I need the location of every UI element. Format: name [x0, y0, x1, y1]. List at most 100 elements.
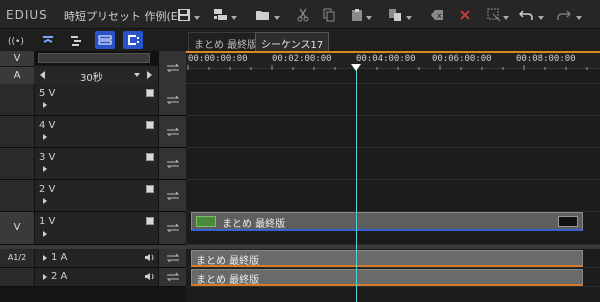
- ruler-timecode: 00:02:00:00: [272, 54, 332, 64]
- track-header-4v[interactable]: 4 V: [34, 116, 158, 147]
- chevron-down-icon[interactable]: [503, 16, 509, 20]
- timeline-scale-selector[interactable]: 30秒: [34, 66, 158, 84]
- copy-icon[interactable]: [322, 5, 336, 25]
- audio-monitor-icon[interactable]: ((•)): [6, 31, 26, 49]
- clip-label: まとめ 最終版: [196, 275, 260, 286]
- ruler-timecode: 00:00:00:00: [188, 54, 248, 64]
- video-mute-icon[interactable]: [146, 217, 154, 225]
- track-patch[interactable]: A1/2: [0, 249, 34, 267]
- track-lane-1a[interactable]: まとめ 最終版: [186, 249, 600, 268]
- scale-decrease-icon[interactable]: [40, 71, 45, 79]
- sync-toggle[interactable]: [158, 180, 186, 211]
- expand-arrow-icon[interactable]: [43, 231, 47, 237]
- playhead[interactable]: [356, 65, 357, 302]
- track-header-3v[interactable]: 3 V: [34, 148, 158, 179]
- track-patch[interactable]: [0, 268, 34, 286]
- paste-icon[interactable]: [350, 5, 364, 25]
- clip-label: まとめ 最終版: [196, 256, 260, 267]
- track-patch[interactable]: [0, 84, 34, 115]
- track-patch[interactable]: [0, 180, 34, 211]
- sync-mode-icon[interactable]: [66, 31, 86, 49]
- clip-mode-icon[interactable]: [123, 31, 143, 49]
- chevron-down-icon[interactable]: [274, 16, 280, 20]
- track-lane-5v[interactable]: [186, 84, 600, 116]
- ruler-timecode: 00:06:00:00: [432, 54, 492, 64]
- time-ruler[interactable]: 00:00:00:00 00:02:00:00 00:04:00:00 00:0…: [186, 51, 600, 70]
- track-header-1a[interactable]: 1 A: [34, 249, 158, 267]
- video-mute-icon[interactable]: [146, 89, 154, 97]
- expand-arrow-icon[interactable]: [43, 198, 47, 204]
- track-lane-2a[interactable]: まとめ 最終版: [186, 268, 600, 287]
- video-mute-icon[interactable]: [146, 185, 154, 193]
- tab-sequence-final[interactable]: まとめ 最終版: [188, 32, 264, 51]
- chevron-down-icon[interactable]: [194, 16, 200, 20]
- track-name: 3 V: [39, 152, 56, 163]
- clip-label: まとめ 最終版: [222, 219, 286, 230]
- sync-toggle[interactable]: [158, 212, 186, 244]
- expand-arrow-icon[interactable]: [43, 166, 47, 172]
- sync-toggle[interactable]: [158, 84, 186, 115]
- clip-end-thumbnail: [558, 216, 578, 227]
- chevron-down-icon[interactable]: [134, 73, 140, 77]
- open-icon[interactable]: [254, 5, 272, 25]
- expand-arrow-icon[interactable]: [43, 134, 47, 140]
- track-row: 4 V: [0, 116, 186, 148]
- expand-arrow-icon[interactable]: [43, 102, 47, 108]
- delete-marker-icon[interactable]: [486, 5, 502, 25]
- track-header-1v[interactable]: 1 V: [34, 212, 158, 244]
- timeline-area[interactable]: 00:00:00:00 00:02:00:00 00:04:00:00 00:0…: [186, 51, 600, 302]
- track-name: 1 V: [39, 216, 56, 227]
- scale-increase-icon[interactable]: [147, 71, 152, 79]
- chevron-down-icon[interactable]: [231, 16, 237, 20]
- video-mute-icon[interactable]: [146, 153, 154, 161]
- playhead-handle[interactable]: [351, 64, 361, 71]
- track-row: 2 V: [0, 180, 186, 212]
- track-row: 3 V: [0, 148, 186, 180]
- redo-icon[interactable]: [556, 5, 572, 25]
- sync-toggle[interactable]: [158, 268, 186, 286]
- chevron-down-icon[interactable]: [538, 16, 544, 20]
- undo-icon[interactable]: [518, 5, 534, 25]
- track-lane[interactable]: [186, 70, 600, 84]
- track-header-2a[interactable]: 2 A: [34, 268, 158, 286]
- video-channel-label[interactable]: V: [0, 51, 34, 66]
- video-mute-icon[interactable]: [146, 121, 154, 129]
- chevron-down-icon[interactable]: [576, 16, 582, 20]
- track-header-5v[interactable]: 5 V: [34, 84, 158, 115]
- track-name: 2 A: [51, 271, 68, 282]
- sync-toggle[interactable]: [158, 148, 186, 179]
- svg-text:x: x: [437, 11, 442, 20]
- chevron-down-icon[interactable]: [406, 16, 412, 20]
- link-mode-icon[interactable]: [95, 31, 115, 49]
- track-name: 2 V: [39, 184, 56, 195]
- cut-icon[interactable]: [296, 5, 310, 25]
- speaker-icon[interactable]: [144, 253, 154, 265]
- sync-toggle[interactable]: [158, 116, 186, 147]
- track-lane-4v[interactable]: [186, 116, 600, 148]
- video-clip[interactable]: まとめ 最終版: [191, 212, 583, 231]
- track-patch[interactable]: V: [0, 212, 34, 244]
- ripple-delete-icon[interactable]: x: [430, 5, 444, 25]
- track-row: V 1 V: [0, 212, 186, 245]
- audio-clip[interactable]: まとめ 最終版: [191, 250, 583, 267]
- tab-sequence-17[interactable]: シーケンス17: [255, 32, 330, 51]
- expand-arrow-icon[interactable]: [43, 255, 47, 261]
- track-patch[interactable]: [0, 148, 34, 179]
- paste-insert-icon[interactable]: [388, 5, 402, 25]
- delete-icon[interactable]: [458, 5, 472, 25]
- track-lane-3v[interactable]: [186, 148, 600, 180]
- snap-icon[interactable]: [38, 31, 58, 49]
- track-header-2v[interactable]: 2 V: [34, 180, 158, 211]
- chevron-down-icon[interactable]: [366, 16, 372, 20]
- audio-channel-label[interactable]: A: [0, 67, 34, 84]
- sync-toggle[interactable]: [158, 51, 186, 84]
- track-lane-2v[interactable]: [186, 180, 600, 212]
- speaker-icon[interactable]: [144, 272, 154, 284]
- save-icon[interactable]: [175, 5, 193, 25]
- track-patch[interactable]: [0, 116, 34, 147]
- audio-clip[interactable]: まとめ 最終版: [191, 269, 583, 286]
- new-sequence-icon[interactable]: [212, 5, 230, 25]
- expand-arrow-icon[interactable]: [43, 274, 47, 280]
- sync-toggle[interactable]: [158, 249, 186, 267]
- track-lane-1v[interactable]: まとめ 最終版: [186, 212, 600, 245]
